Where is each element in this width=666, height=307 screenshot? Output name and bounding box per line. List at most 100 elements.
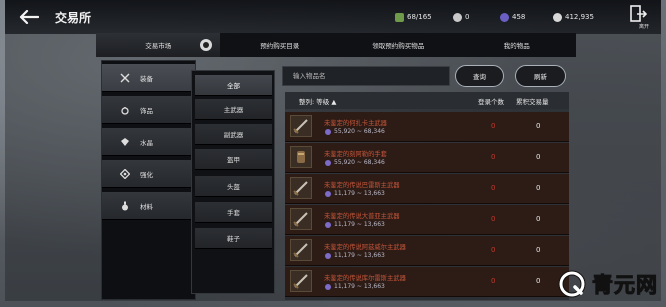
sort-by-level-toggle[interactable]: 整列: 等级 ▲ bbox=[299, 96, 336, 106]
subcategory-shoes[interactable]: 鞋子 bbox=[195, 228, 272, 249]
tab-market[interactable]: 交易市场 bbox=[96, 33, 221, 57]
item-price-value: 11,179 ~ 13,663 bbox=[334, 190, 385, 197]
category-crystal-label: 水晶 bbox=[140, 138, 153, 147]
item-price-value: 11,179 ~ 13,663 bbox=[334, 283, 385, 290]
category-enhance[interactable]: 强化 bbox=[102, 160, 195, 188]
item-name: 未鉴定的传说大普亚主武器 bbox=[324, 213, 400, 220]
silver-coin-count: 0 bbox=[453, 11, 469, 23]
refresh-button-label: 刷新 bbox=[534, 73, 547, 81]
item-traded-volume: 0 bbox=[536, 153, 541, 161]
sword-icon bbox=[290, 115, 312, 137]
item-price-value: 55,920 ~ 68,346 bbox=[334, 128, 385, 135]
tab-my-items[interactable]: 我的物品 bbox=[457, 33, 576, 57]
subcategory-all[interactable]: 全部 bbox=[195, 75, 272, 96]
category-equipment[interactable]: 装备 bbox=[102, 64, 195, 92]
subcategory-main-weapon-label: 主武器 bbox=[223, 106, 244, 114]
item-name: 未鉴定的传说巴雷斯主武器 bbox=[324, 182, 400, 189]
exit-door-icon bbox=[630, 5, 648, 22]
item-listed-count: 0 bbox=[491, 277, 496, 285]
item-listed-count: 0 bbox=[491, 215, 496, 223]
tab-bar: 交易市场 预约购买目录 领取预约购买物品 我的物品 bbox=[96, 33, 576, 57]
item-row[interactable]: 未鉴定的刻阿勒的手套 55,920 ~ 68,346 0 0 bbox=[285, 143, 569, 173]
sword-icon bbox=[290, 239, 312, 261]
category-equipment-label: 装备 bbox=[140, 74, 153, 83]
item-row[interactable]: 未鉴定的传说大普亚主武器 11,179 ~ 13,663 0 0 bbox=[285, 205, 569, 235]
refresh-button[interactable]: 刷新 bbox=[515, 65, 566, 87]
subcategory-list: 全部 主武器 副武器 盔甲 头盔 手套 鞋子 bbox=[191, 70, 275, 294]
item-listed-count: 0 bbox=[491, 122, 496, 130]
inventory-capacity-value: 68/165 bbox=[407, 13, 432, 21]
gem-price-icon bbox=[325, 190, 331, 197]
favorite-pin-icon[interactable] bbox=[200, 39, 213, 51]
watermark: 青元网 bbox=[558, 269, 658, 299]
item-price-range: 11,179 ~ 13,663 bbox=[325, 252, 385, 259]
category-materials-label: 材料 bbox=[140, 202, 153, 211]
item-listed-count: 0 bbox=[491, 184, 496, 192]
inventory-capacity: 68/165 bbox=[395, 11, 432, 23]
subcategory-gloves-label: 手套 bbox=[227, 209, 240, 217]
silver-currency-icon bbox=[553, 12, 562, 22]
watermark-logo-icon bbox=[558, 270, 586, 298]
category-enhance-label: 强化 bbox=[140, 170, 153, 179]
item-price-value: 11,179 ~ 13,663 bbox=[334, 252, 385, 259]
item-listed-count: 0 bbox=[491, 153, 496, 161]
crossed-swords-icon bbox=[120, 73, 130, 83]
item-list: 整列: 等级 ▲ 登录个数 累积交易量 未鉴定的何扎卡主武器 55,920 ~ … bbox=[285, 92, 569, 300]
item-price-range: 55,920 ~ 68,346 bbox=[325, 128, 385, 135]
purple-gem-icon bbox=[500, 12, 509, 22]
ring-icon bbox=[120, 105, 130, 115]
category-crystal[interactable]: 水晶 bbox=[102, 128, 195, 156]
search-button[interactable]: 查询 bbox=[455, 65, 504, 87]
enhance-diamond-icon bbox=[120, 168, 130, 179]
item-traded-volume: 0 bbox=[536, 246, 541, 254]
tab-market-label: 交易市场 bbox=[145, 42, 172, 50]
category-accessory[interactable]: 饰品 bbox=[102, 96, 195, 124]
item-price-value: 55,920 ~ 68,346 bbox=[334, 159, 385, 166]
category-materials[interactable]: 材料 bbox=[102, 192, 195, 220]
exit-label: 离开 bbox=[638, 24, 649, 30]
category-accessory-label: 饰品 bbox=[140, 106, 153, 115]
item-row[interactable]: 未鉴定的传说巴雷斯主武器 11,179 ~ 13,663 0 0 bbox=[285, 174, 569, 204]
item-price-range: 55,920 ~ 68,346 bbox=[325, 159, 385, 166]
gem-price-icon bbox=[325, 283, 331, 290]
gem-price-icon bbox=[325, 221, 331, 228]
subcategory-armor[interactable]: 盔甲 bbox=[195, 149, 272, 170]
sword-icon bbox=[290, 270, 312, 292]
subcategory-armor-label: 盔甲 bbox=[227, 156, 240, 164]
silver-coin-icon bbox=[453, 12, 462, 22]
tab-reservation-list-label: 预约购买目录 bbox=[260, 42, 300, 50]
page-title: 交易所 bbox=[55, 11, 92, 25]
item-price-range: 11,179 ~ 13,663 bbox=[325, 221, 385, 228]
item-price-range: 11,179 ~ 13,663 bbox=[325, 190, 385, 197]
item-name: 未鉴定的刻阿勒的手套 bbox=[324, 151, 387, 158]
tab-my-items-label: 我的物品 bbox=[503, 42, 530, 50]
subcategory-gloves[interactable]: 手套 bbox=[195, 202, 272, 223]
item-row[interactable]: 未鉴定的何扎卡主武器 55,920 ~ 68,346 0 0 bbox=[285, 112, 569, 142]
item-listed-count: 0 bbox=[491, 246, 496, 254]
silver-coin-value: 0 bbox=[465, 13, 470, 21]
tab-reservation-list[interactable]: 预约购买目录 bbox=[220, 33, 339, 57]
item-search-box bbox=[282, 66, 450, 86]
watermark-text: 青元网 bbox=[592, 273, 658, 298]
back-button[interactable] bbox=[17, 5, 41, 29]
top-bar: 交易所 68/165 0 458 412,935 离开 bbox=[5, 0, 661, 34]
subcategory-helmet[interactable]: 头盔 bbox=[195, 176, 272, 197]
tab-claim-reserved[interactable]: 领取预约购买物品 bbox=[339, 33, 458, 57]
item-search-input[interactable] bbox=[293, 72, 443, 80]
item-row[interactable]: 未鉴定的传说阿兹威尔主武器 11,179 ~ 13,663 0 0 bbox=[285, 236, 569, 266]
silver-currency-value: 412,935 bbox=[565, 13, 594, 21]
gauntlet-icon bbox=[290, 146, 312, 168]
potion-icon bbox=[120, 201, 130, 211]
item-row[interactable]: 未鉴定的传说库尔雷斯主武器 11,179 ~ 13,663 0 0 bbox=[285, 267, 569, 297]
sword-icon bbox=[290, 177, 312, 199]
subcategory-main-weapon[interactable]: 主武器 bbox=[195, 99, 272, 120]
item-name: 未鉴定的传说阿兹威尔主武器 bbox=[324, 244, 406, 251]
gem-value: 458 bbox=[512, 13, 526, 21]
item-name: 未鉴定的何扎卡主武器 bbox=[324, 120, 387, 127]
subcategory-sub-weapon[interactable]: 副武器 bbox=[195, 124, 272, 145]
item-traded-volume: 0 bbox=[536, 122, 541, 130]
item-price-value: 11,179 ~ 13,663 bbox=[334, 221, 385, 228]
item-traded-volume: 0 bbox=[536, 277, 541, 285]
subcategory-helmet-label: 头盔 bbox=[227, 183, 240, 191]
gem-count: 458 bbox=[500, 11, 525, 23]
